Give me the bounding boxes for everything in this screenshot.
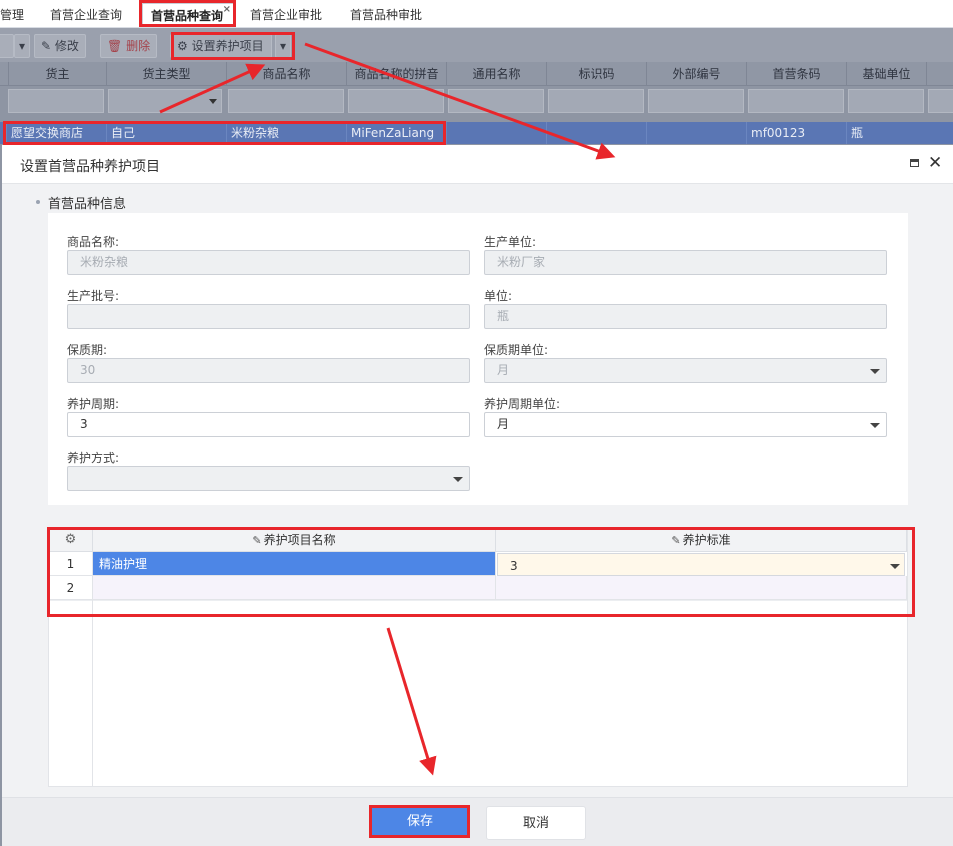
maximize-icon[interactable] [910,159,919,167]
grid-header: 货主 货主类型 商品名称 商品名称的拼音 通用名称 标识码 外部编号 首营条码 … [0,62,953,86]
tab-label: 管理 [0,8,25,22]
variety-info-form: 商品名称: 米粉杂粮 生产单位: 米粉厂家 生产批号: 单位: 瓶 保质期: 3… [48,213,908,505]
close-icon[interactable]: ✕ [928,153,942,173]
batch-no-field[interactable] [67,304,470,329]
producer-field[interactable]: 米粉厂家 [484,250,887,275]
shelf-life-label: 保质期: [67,343,108,357]
filter-base-unit[interactable] [848,89,924,113]
toolbar: ▾ ✎ 修改 🗑 删除 ⚙ 设置养护项目 ▾ [0,28,953,62]
unit-label: 单位: [484,289,513,303]
edit-button[interactable]: ✎ 修改 [34,34,86,58]
row-number-column [49,600,93,786]
annotation-box-selected-row [3,121,446,145]
filter-owner[interactable] [8,89,104,113]
care-items-dialog: 设置首营品种养护项目 ✕ 首营品种信息 商品名称: 米粉杂粮 生产单位: 米粉厂… [2,145,953,846]
filter-barcode[interactable] [748,89,844,113]
filter-generic-name[interactable] [448,89,544,113]
shelf-life-unit-label: 保质期单位: [484,343,549,357]
dialog-header: 设置首营品种养护项目 ✕ [2,145,953,184]
chevron-down-icon [453,477,463,482]
care-cycle-unit-label: 养护周期单位: [484,397,561,411]
annotation-box-care-grid [47,527,915,617]
tab-label: 首营企业查询 [50,8,123,22]
chevron-down-icon [870,423,880,428]
tab-enterprise-approval[interactable]: 首营企业审批 [242,3,330,27]
cell-generic-name [446,122,546,144]
filter-id-code[interactable] [548,89,644,113]
cell-id-code [546,122,646,144]
column-header[interactable]: 货主类型 [106,62,226,86]
care-method-select[interactable] [67,466,470,491]
column-header[interactable]: 首营条码 [746,62,846,86]
filter-product-name[interactable] [228,89,344,113]
filter-pinyin[interactable] [348,89,444,113]
cell-base-unit: 瓶 [846,122,953,144]
tab-management[interactable]: 管理 [0,3,32,27]
care-cycle-label: 养护周期: [67,397,120,411]
annotation-box-care-button [171,32,295,60]
care-cycle-field[interactable]: 3 [67,412,470,437]
add-button-partial[interactable] [0,34,14,58]
cell-external-no [646,122,746,144]
shelf-life-unit-value: 月 [497,363,510,377]
column-header[interactable]: 通用名称 [446,62,546,86]
product-name-label: 商品名称: [67,235,120,249]
chevron-down-icon [209,99,217,104]
filter-row [0,86,953,118]
pencil-icon: ✎ [41,39,52,53]
column-header[interactable]: 基础单位 [846,62,926,86]
annotation-box-tab [139,0,236,27]
dialog-title: 设置首营品种养护项目 [20,159,160,175]
care-method-label: 养护方式: [67,451,120,465]
shelf-life-field[interactable]: 30 [67,358,470,383]
column-header-partial[interactable] [926,62,953,86]
column-header[interactable]: 标识码 [546,62,646,86]
cell-barcode: mf00123 [746,122,846,144]
batch-no-label: 生产批号: [67,289,120,303]
filter-partial[interactable] [928,89,953,113]
tab-label: 首营品种审批 [350,8,423,22]
producer-label: 生产单位: [484,235,537,249]
tab-variety-approval[interactable]: 首营品种审批 [342,3,430,27]
delete-label: 删除 [126,39,151,53]
column-header[interactable]: 商品名称的拼音 [346,62,446,86]
column-header[interactable]: 商品名称 [226,62,346,86]
unit-field[interactable]: 瓶 [484,304,887,329]
column-header[interactable]: 货主 [8,62,106,86]
delete-button[interactable]: 🗑 删除 [100,34,158,58]
cancel-button[interactable]: 取消 [486,806,586,840]
filter-external-no[interactable] [648,89,744,113]
trash-icon: 🗑 [107,39,123,53]
dialog-footer: 保存 取消 [2,797,953,846]
filter-owner-type[interactable] [108,89,222,113]
tab-enterprise-query[interactable]: 首营企业查询 [42,3,130,27]
column-header[interactable]: 外部编号 [646,62,746,86]
care-cycle-unit-select[interactable]: 月 [484,412,887,437]
section-title: 首营品种信息 [35,193,126,212]
tab-label: 首营企业审批 [250,8,323,22]
product-name-field[interactable]: 米粉杂粮 [67,250,470,275]
care-cycle-unit-value: 月 [497,417,510,431]
shelf-life-unit-select[interactable]: 月 [484,358,887,383]
chevron-down-icon [870,369,880,374]
annotation-box-save [369,805,470,838]
chevron-down-icon[interactable]: ▾ [14,34,30,58]
edit-label: 修改 [54,39,79,53]
